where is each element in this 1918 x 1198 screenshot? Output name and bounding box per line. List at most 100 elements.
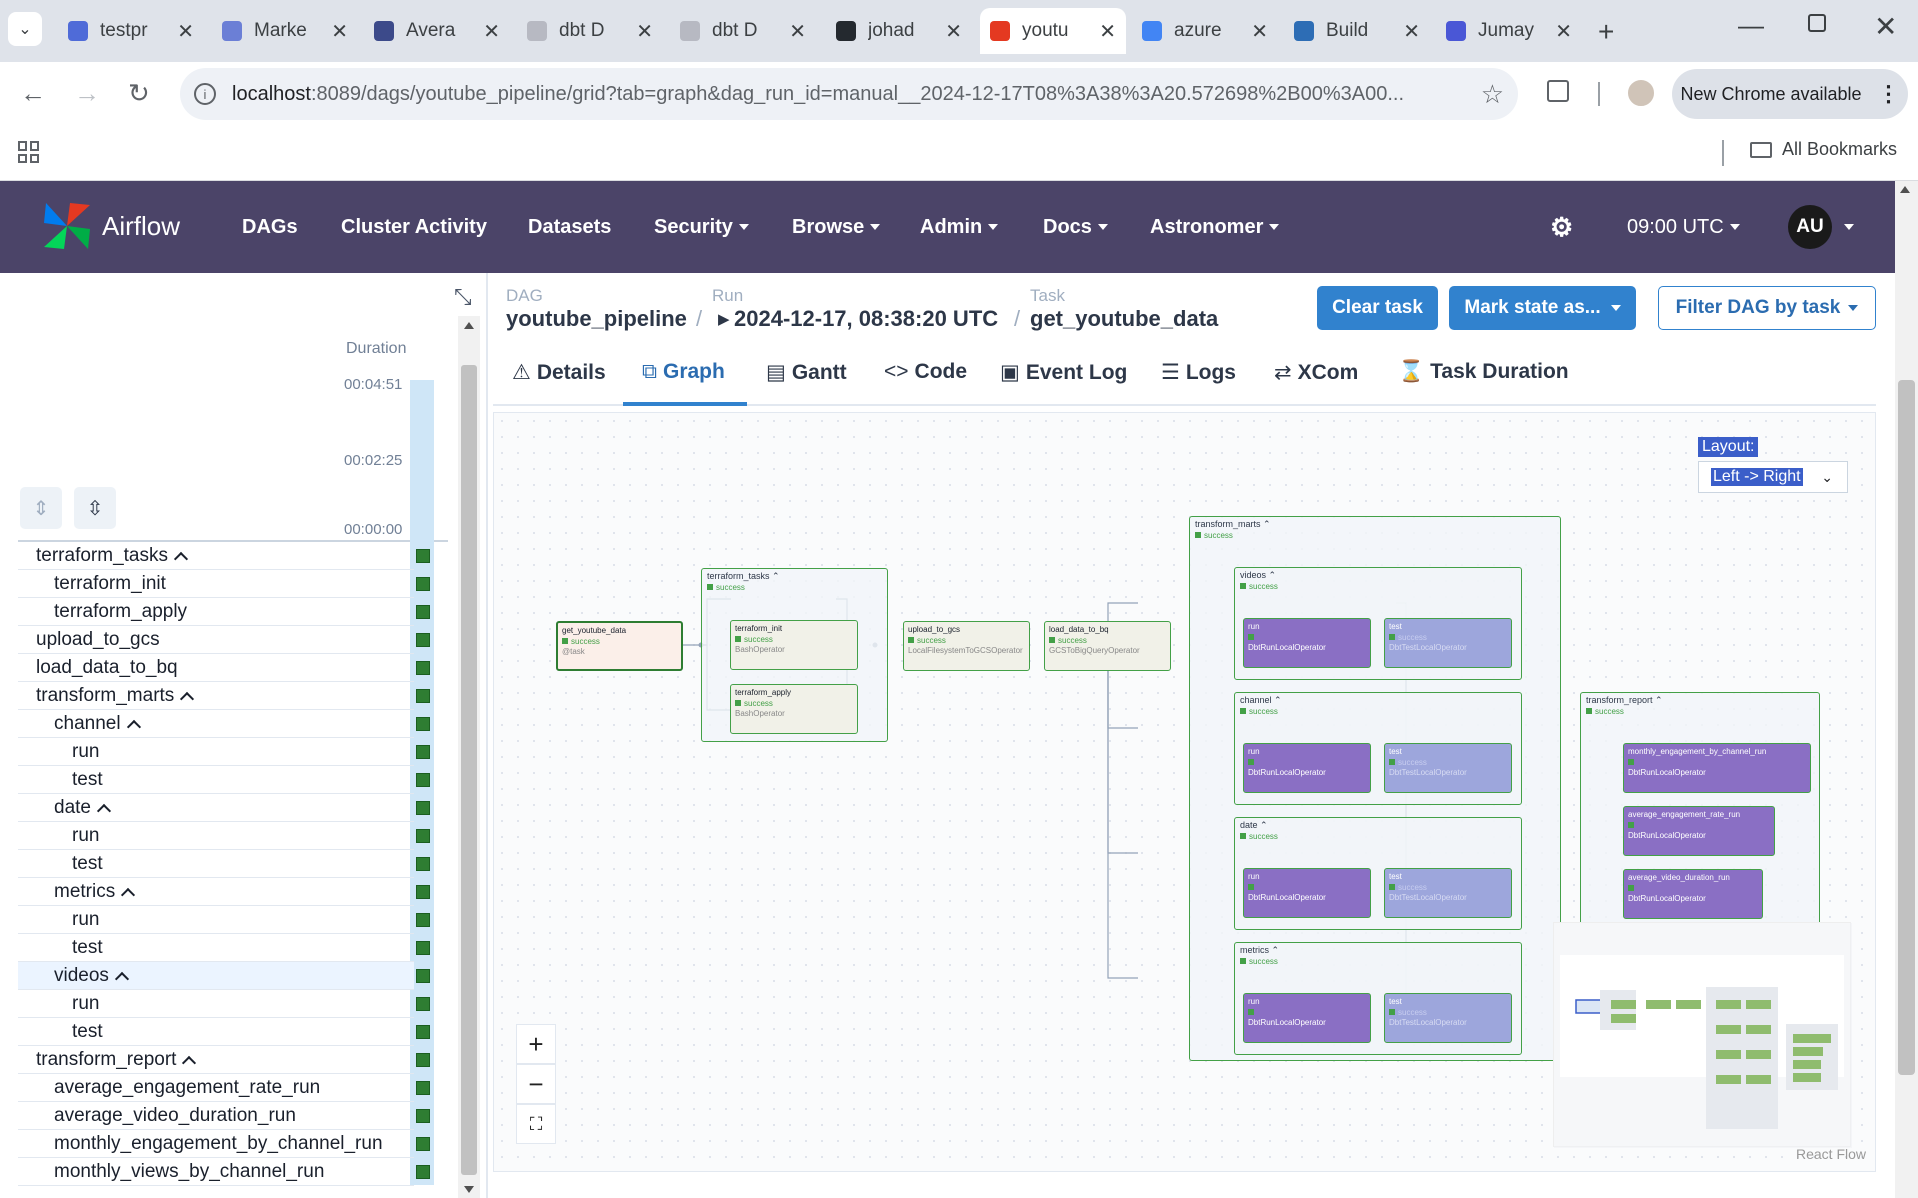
zoom-in-button[interactable]: + [516, 1024, 556, 1064]
task-status-square[interactable] [416, 829, 430, 843]
chevron-up-icon[interactable] [180, 691, 195, 706]
nav-admin[interactable]: Admin [920, 181, 999, 273]
chevron-up-icon[interactable] [96, 803, 112, 818]
browser-tab[interactable]: testpr ✕ [58, 8, 204, 54]
task-tree-row[interactable]: monthly_views_by_channel_run [18, 1158, 430, 1186]
mark-state-button[interactable]: Mark state as... [1449, 286, 1636, 330]
task-tree-row[interactable]: run [18, 990, 430, 1018]
nav-browse[interactable]: Browse [792, 181, 881, 273]
nav-cluster-activity[interactable]: Cluster Activity [341, 181, 487, 273]
tab-details[interactable]: ⚠ Details [512, 360, 606, 385]
task-tree-row[interactable]: test [18, 1018, 430, 1046]
task-tree-row[interactable]: transform_marts [18, 682, 430, 710]
task-status-square[interactable] [416, 1165, 430, 1179]
graph-minimap[interactable] [1553, 922, 1852, 1148]
node-load-data-to-bq[interactable]: load_data_to_bq success GCSToBigQueryOpe… [1044, 621, 1171, 671]
chevron-up-icon[interactable] [182, 1055, 197, 1070]
react-flow-attribution[interactable]: React Flow [1796, 1146, 1866, 1162]
collapse-all-button[interactable]: ⇳ [74, 487, 116, 529]
forward-icon[interactable]: → [74, 78, 100, 109]
tab-event-log[interactable]: ▣ Event Log [1000, 360, 1127, 385]
node-metrics-test[interactable]: test success DbtTestLocalOperator [1384, 993, 1512, 1043]
nav-datasets[interactable]: Datasets [528, 181, 611, 273]
node-videos-run[interactable]: run DbtRunLocalOperator [1243, 618, 1371, 668]
tab-logs[interactable]: ☰ Logs [1161, 360, 1236, 385]
task-tree-row[interactable]: test [18, 934, 430, 962]
task-tree-row[interactable]: average_video_duration_run [18, 1102, 430, 1130]
task-status-square[interactable] [416, 801, 430, 815]
timezone-dropdown[interactable]: 09:00 UTC [1627, 181, 1740, 273]
task-status-square[interactable] [416, 969, 430, 983]
fit-view-button[interactable]: ⛶ [516, 1104, 556, 1144]
chevron-up-icon[interactable] [126, 719, 141, 734]
task-tree-row[interactable]: terraform_tasks [18, 542, 430, 570]
kebab-menu-icon[interactable]: ⋮ [1878, 81, 1900, 107]
profile-avatar[interactable] [1626, 78, 1656, 108]
close-tab-icon[interactable]: ✕ [1251, 19, 1268, 44]
nav-astronomer[interactable]: Astronomer [1150, 181, 1280, 273]
task-tree-row[interactable]: date [18, 794, 430, 822]
address-bar[interactable]: i localhost:8089/dags/youtube_pipeline/g… [180, 68, 1518, 120]
node-get-youtube-data[interactable]: get_youtube_data success @task [556, 621, 683, 671]
scroll-up-arrow-icon[interactable] [1900, 186, 1910, 193]
node-channel-test[interactable]: test success DbtTestLocalOperator [1384, 743, 1512, 793]
task-tree-row[interactable]: metrics [18, 878, 430, 906]
close-tab-icon[interactable]: ✕ [1403, 19, 1420, 44]
page-scrollbar-thumb[interactable] [1898, 380, 1915, 1075]
layout-select[interactable]: Left -> Right ⌄ [1698, 461, 1848, 493]
task-tree-row[interactable]: monthly_engagement_by_channel_run [18, 1130, 430, 1158]
panel-resize-divider[interactable] [486, 273, 488, 1198]
apps-grid-icon[interactable] [18, 141, 40, 163]
new-tab-button[interactable]: + [1598, 16, 1614, 48]
node-videos-test[interactable]: test success DbtTestLocalOperator [1384, 618, 1512, 668]
task-tree-row[interactable]: average_engagement_rate_run [18, 1074, 430, 1102]
close-tab-icon[interactable]: ✕ [1099, 19, 1116, 44]
close-tab-icon[interactable]: ✕ [177, 19, 194, 44]
clear-task-button[interactable]: Clear task [1317, 286, 1438, 330]
task-status-square[interactable] [416, 633, 430, 647]
task-tree-row[interactable]: test [18, 850, 430, 878]
task-status-square[interactable] [416, 1109, 430, 1123]
task-status-square[interactable] [416, 605, 430, 619]
close-tab-icon[interactable]: ✕ [331, 19, 348, 44]
close-tab-icon[interactable]: ✕ [636, 19, 653, 44]
node-average-video-duration-run[interactable]: average_video_duration_run DbtRunLocalOpe… [1623, 869, 1763, 919]
task-status-square[interactable] [416, 745, 430, 759]
tab-task-duration[interactable]: ⌛ Task Duration [1398, 360, 1569, 384]
settings-gear-icon[interactable]: ⚙ [1550, 181, 1573, 273]
breadcrumb-run[interactable]: 2024-12-17, 08:38:20 UTC [734, 306, 998, 332]
task-tree-row[interactable]: terraform_init [18, 570, 430, 598]
task-status-square[interactable] [416, 773, 430, 787]
close-tab-icon[interactable]: ✕ [789, 19, 806, 44]
task-status-square[interactable] [416, 1053, 430, 1067]
breadcrumb-task[interactable]: get_youtube_data [1030, 306, 1218, 332]
task-tree-row[interactable]: run [18, 822, 430, 850]
nav-docs[interactable]: Docs [1043, 181, 1108, 273]
close-tab-icon[interactable]: ✕ [945, 19, 962, 44]
browser-tab[interactable]: Avera ✕ [364, 8, 510, 54]
browser-tab[interactable]: azure ✕ [1132, 8, 1278, 54]
site-info-icon[interactable]: i [194, 83, 216, 105]
all-bookmarks-button[interactable]: All Bookmarks [1750, 139, 1897, 160]
node-date-run[interactable]: run DbtRunLocalOperator [1243, 868, 1371, 918]
task-tree-row[interactable]: transform_report [18, 1046, 430, 1074]
task-status-square[interactable] [416, 577, 430, 591]
chevron-up-icon[interactable] [121, 887, 136, 902]
tab-code[interactable]: <> Code [884, 360, 967, 384]
task-tree-row[interactable]: test [18, 766, 430, 794]
task-status-square[interactable] [416, 549, 430, 563]
task-status-square[interactable] [416, 717, 430, 731]
browser-tab[interactable]: dbt D ✕ [670, 8, 816, 54]
task-status-square[interactable] [416, 689, 430, 703]
task-status-square[interactable] [416, 1025, 430, 1039]
task-tree-row[interactable]: run [18, 906, 430, 934]
restore-window-button[interactable] [1808, 14, 1826, 32]
reload-icon[interactable]: ↻ [128, 78, 150, 109]
chevron-up-icon[interactable] [114, 971, 129, 986]
tab-gantt[interactable]: ▤ Gantt [766, 360, 847, 385]
node-metrics-run[interactable]: run DbtRunLocalOperator [1243, 993, 1371, 1043]
minimize-window-button[interactable]: — [1738, 10, 1764, 41]
node-terraform-init[interactable]: terraform_init success BashOperator [730, 620, 858, 670]
grid-scroll-up-icon[interactable] [464, 322, 474, 329]
user-menu[interactable]: AU [1788, 181, 1854, 273]
